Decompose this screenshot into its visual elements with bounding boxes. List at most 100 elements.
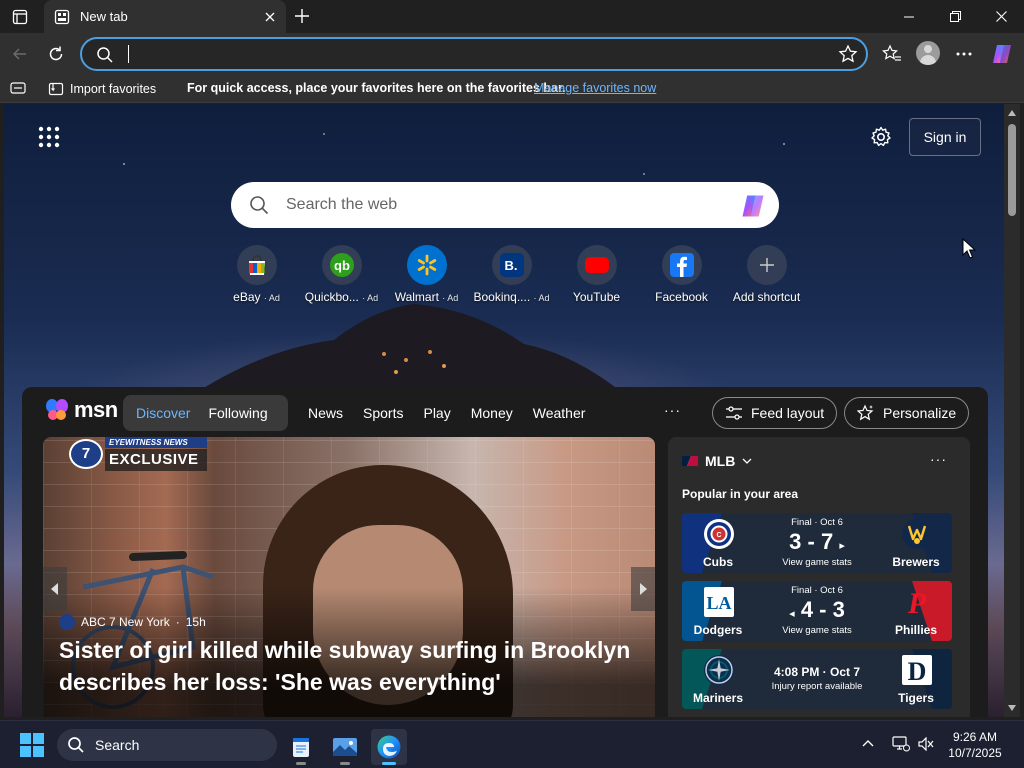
page-scrollbar[interactable] <box>1004 104 1020 717</box>
nav-more-button[interactable]: ··· <box>664 402 681 418</box>
hero-story-card[interactable]: 7 EYEWITNESS NEWS EXCLUSIVE ABC 7 New Yo… <box>43 437 655 717</box>
copilot-icon[interactable] <box>990 42 1014 66</box>
ebay-icon <box>237 245 277 285</box>
shortcut-booking[interactable]: B. Bookinq.... · Ad <box>469 245 554 309</box>
walmart-icon <box>407 245 447 285</box>
mlb-league-selector[interactable]: MLB <box>682 453 752 469</box>
taskbar-app-edge[interactable] <box>371 729 407 765</box>
tab-new-tab[interactable]: New tab <box>44 0 286 33</box>
view-game-stats-link[interactable]: View game stats <box>754 625 880 636</box>
minimize-button[interactable] <box>886 0 932 33</box>
search-icon <box>250 196 269 215</box>
tab-close-button[interactable] <box>262 9 278 25</box>
address-bar[interactable] <box>80 37 868 71</box>
start-button[interactable] <box>20 733 44 757</box>
manage-favorites-link[interactable]: Manage favorites now <box>534 81 656 95</box>
shortcut-youtube[interactable]: YouTube <box>554 245 639 309</box>
more-horizontal-icon <box>956 52 972 56</box>
abc7-logo: 7 <box>69 439 103 469</box>
tab-discover[interactable]: Discover <box>127 399 199 427</box>
close-window-button[interactable] <box>978 0 1024 33</box>
tab-actions-icon <box>12 9 28 25</box>
game-schedule-area: 4:08 PM · Oct 7 Injury report available <box>754 649 880 709</box>
favorites-button[interactable] <box>876 38 908 70</box>
sidebar-toggle-icon[interactable] <box>10 81 26 95</box>
restore-button[interactable] <box>932 0 978 33</box>
settings-and-more-button[interactable] <box>948 38 980 70</box>
refresh-button[interactable] <box>40 38 72 70</box>
nav-sports[interactable]: Sports <box>353 405 413 421</box>
injury-report-link[interactable]: Injury report available <box>754 681 880 692</box>
tab-following[interactable]: Following <box>199 399 276 427</box>
game-card-cubs-brewers[interactable]: C Cubs Final · Oct 6 3 - 7 ▸ View game s… <box>682 513 952 573</box>
game-score-area: Final · Oct 6 3 - 7 ▸ View game stats <box>754 513 880 573</box>
view-game-stats-link[interactable]: View game stats <box>754 557 880 568</box>
taskbar-app-photos[interactable] <box>327 729 363 765</box>
team-brewers: Brewers <box>880 513 952 573</box>
svg-text:LA: LA <box>706 593 731 613</box>
shortcut-label: YouTube <box>572 290 621 304</box>
hero-next-button[interactable] <box>631 567 655 611</box>
network-icon[interactable] <box>892 736 910 752</box>
story-age: 15h <box>185 615 206 629</box>
system-clock[interactable]: 9:26 AM 10/7/2025 <box>940 729 1010 761</box>
team-name: Mariners <box>692 691 744 705</box>
game-card-dodgers-phillies[interactable]: LA Dodgers Final · Oct 6 ◂ 4 - 3 View ga… <box>682 581 952 641</box>
window-border <box>1020 104 1024 717</box>
copilot-icon[interactable] <box>739 192 767 220</box>
import-favorites-button[interactable]: Import favorites <box>48 79 156 99</box>
scroll-down-arrow-icon[interactable] <box>1008 705 1016 711</box>
game-card-mariners-tigers[interactable]: Mariners 4:08 PM · Oct 7 Injury report a… <box>682 649 952 709</box>
tab-actions-button[interactable] <box>8 6 32 28</box>
svg-text:qb: qb <box>334 258 350 273</box>
close-icon <box>995 11 1007 22</box>
scroll-up-arrow-icon[interactable] <box>1008 110 1016 116</box>
nav-money[interactable]: Money <box>461 405 523 421</box>
back-button[interactable] <box>4 38 36 70</box>
favorites-bar: Import favorites For quick access, place… <box>0 75 1024 103</box>
address-input[interactable] <box>126 44 826 64</box>
news-source-badge: 7 EYEWITNESS NEWS EXCLUSIVE <box>69 437 207 471</box>
web-search-box[interactable] <box>231 182 779 228</box>
feed-layout-label: Feed layout <box>751 405 825 421</box>
story-headline[interactable]: Sister of girl killed while subway surfi… <box>59 634 649 698</box>
feed-layout-button[interactable]: Feed layout <box>712 397 838 429</box>
hero-prev-button[interactable] <box>43 567 67 611</box>
avatar-head <box>924 45 932 53</box>
team-phillies: P Phillies <box>880 581 952 641</box>
personalize-button[interactable]: Personalize <box>844 397 970 429</box>
shortcut-facebook[interactable]: Facebook <box>639 245 724 309</box>
scrollbar-thumb[interactable] <box>1008 124 1016 216</box>
apps-launcher-icon[interactable] <box>38 126 60 148</box>
nav-play[interactable]: Play <box>413 405 460 421</box>
badge-top-text: EYEWITNESS NEWS <box>105 437 207 448</box>
favorite-star-icon[interactable] <box>838 44 858 64</box>
refresh-icon <box>49 46 63 61</box>
import-icon <box>48 82 64 96</box>
msn-logo[interactable]: msn <box>44 397 118 423</box>
taskbar-search-label: Search <box>95 737 140 753</box>
volume-muted-icon[interactable] <box>918 737 934 751</box>
sign-in-button[interactable]: Sign in <box>909 118 981 156</box>
web-search-input[interactable] <box>286 193 726 217</box>
mlb-more-button[interactable]: ··· <box>930 451 947 467</box>
taskbar-search[interactable]: Search <box>57 729 277 761</box>
facebook-icon <box>662 245 702 285</box>
shortcut-add[interactable]: Add shortcut <box>724 245 809 309</box>
shortcut-quickbooks[interactable]: qb Quickbo... · Ad <box>299 245 384 309</box>
taskbar-app-notepad[interactable] <box>283 729 319 765</box>
windows-logo-pane <box>20 746 31 757</box>
text-caret <box>128 45 129 63</box>
shortcut-walmart[interactable]: Walmart · Ad <box>384 245 469 309</box>
page-settings-gear-icon[interactable] <box>870 126 892 148</box>
mlb-subtitle: Popular in your area <box>682 487 799 501</box>
mlb-scores-card: MLB ··· Popular in your area C Cubs Fina… <box>668 437 970 717</box>
team-dodgers: LA Dodgers <box>682 581 754 641</box>
show-hidden-icons-chevron-up-icon[interactable] <box>862 739 874 747</box>
msn-feed: msn Discover Following News Sports Play … <box>22 387 988 717</box>
new-tab-button[interactable] <box>288 4 316 28</box>
nav-news[interactable]: News <box>298 405 353 421</box>
nav-weather[interactable]: Weather <box>523 405 596 421</box>
shortcut-ebay[interactable]: eBay · Ad <box>214 245 299 309</box>
profile-avatar[interactable] <box>916 41 940 65</box>
